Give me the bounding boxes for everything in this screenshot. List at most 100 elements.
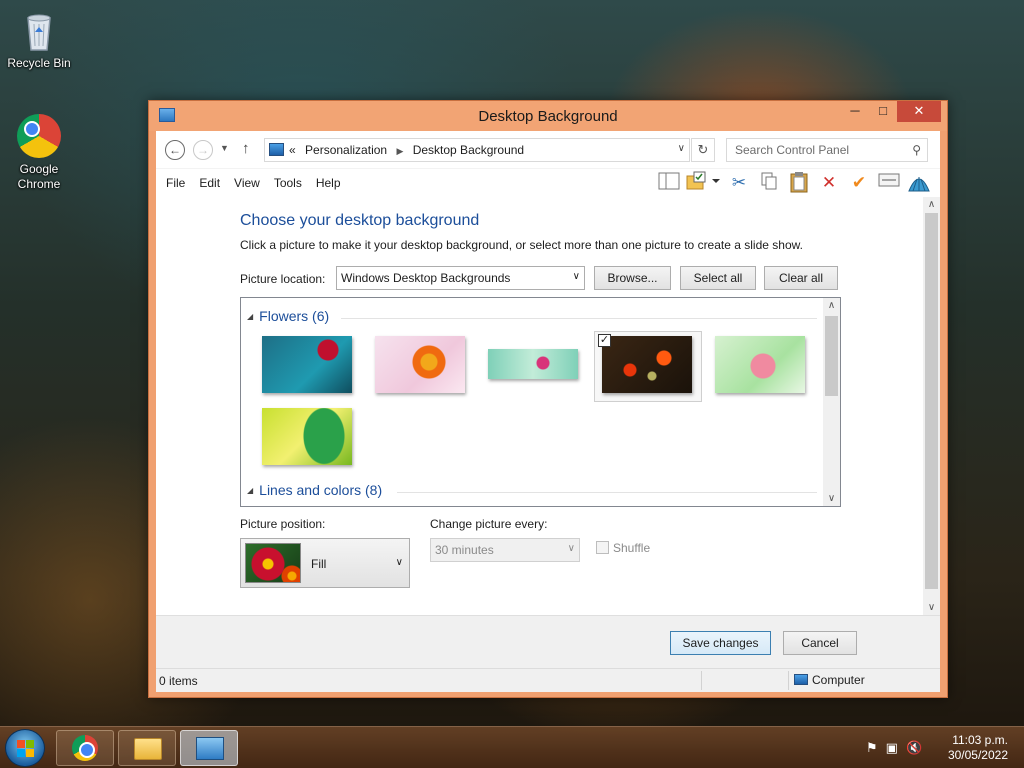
pane-icon[interactable] <box>654 171 684 195</box>
group-header-flowers[interactable]: ◢ Flowers (6) <box>247 308 329 324</box>
computer-icon <box>794 674 808 685</box>
chrome-icon <box>15 112 63 160</box>
scroll-down-icon[interactable]: ∨ <box>923 602 940 613</box>
scroll-up-icon[interactable]: ∧ <box>823 300 840 311</box>
picture-location-value: Windows Desktop Backgrounds <box>341 271 511 285</box>
change-picture-select: 30 minutes ∨ <box>430 538 580 562</box>
forward-arrow-icon[interactable]: → <box>193 140 213 160</box>
picture-position-value: Fill <box>311 557 327 571</box>
scroll-up-icon[interactable]: ∧ <box>923 199 940 210</box>
picture-location-label: Picture location: <box>240 272 326 286</box>
taskbar-control-panel[interactable] <box>180 730 238 766</box>
breadcrumb-separator-icon[interactable]: ▶ <box>396 146 403 156</box>
change-picture-label: Change picture every: <box>430 517 548 531</box>
breadcrumb-item-desktop-background[interactable]: Desktop Background <box>413 143 524 157</box>
copy-icon[interactable] <box>754 171 784 195</box>
picture-location-select[interactable]: Windows Desktop Backgrounds ∨ <box>336 266 585 290</box>
collapse-triangle-icon[interactable]: ◢ <box>247 312 253 321</box>
collapse-triangle-icon[interactable]: ◢ <box>247 486 253 495</box>
navigation-bar: ← → ▼ ↑ « Personalization ▶ Desktop Back… <box>156 131 940 169</box>
breadcrumb-overflow[interactable]: « <box>289 143 296 157</box>
gallery-scrollbar[interactable]: ∧ ∨ <box>823 298 840 506</box>
recycle-bin-icon <box>15 6 63 54</box>
taskbar-chrome[interactable] <box>56 730 114 766</box>
wallpaper-thumbnail[interactable] <box>375 336 465 393</box>
shuffle-checkbox: Shuffle <box>596 541 650 555</box>
window-title: Desktop Background <box>478 108 618 125</box>
control-panel-icon <box>196 737 224 760</box>
chevron-down-icon: ∨ <box>395 557 403 568</box>
page-title: Choose your desktop background <box>240 212 480 229</box>
cut-icon[interactable]: ✂ <box>724 171 754 195</box>
delete-icon[interactable]: ✕ <box>814 171 844 195</box>
desktop-background-window: Desktop Background ─ □ ✕ ← → ▼ ↑ « Perso… <box>148 100 948 698</box>
network-icon[interactable]: ▣ <box>886 740 906 755</box>
save-changes-button[interactable]: Save changes <box>670 631 771 655</box>
menu-tools[interactable]: Tools <box>268 176 308 190</box>
scrollbar-thumb[interactable] <box>825 316 838 396</box>
chevron-down-icon: ∨ <box>572 271 580 282</box>
desktop-icon-label: Google Chrome <box>17 162 61 191</box>
menu-view[interactable]: View <box>228 176 266 190</box>
chevron-down-icon: ∨ <box>567 543 575 554</box>
shell-icon[interactable] <box>904 171 934 195</box>
checkbox-checked-icon[interactable]: ✓ <box>598 334 611 347</box>
breadcrumb: « Personalization ▶ Desktop Background <box>289 143 524 157</box>
desktop-icon-google-chrome[interactable]: Google Chrome <box>1 112 77 192</box>
menu-help[interactable]: Help <box>310 176 347 190</box>
menu-file[interactable]: File <box>160 176 191 190</box>
file-explorer-icon <box>134 738 162 760</box>
picture-position-label: Picture position: <box>240 517 326 531</box>
refresh-icon[interactable]: ↻ <box>691 138 715 162</box>
status-location: Computer <box>794 673 865 687</box>
select-all-button[interactable]: Select all <box>680 266 756 290</box>
wallpaper-thumbnail[interactable] <box>262 408 352 465</box>
instructions-text: Click a picture to make it your desktop … <box>240 238 803 252</box>
search-icon[interactable]: ⚲ <box>912 143 921 157</box>
cancel-button[interactable]: Cancel <box>783 631 857 655</box>
scrollbar-thumb[interactable] <box>925 213 938 589</box>
group-header-lines-and-colors[interactable]: ◢ Lines and colors (8) <box>247 482 382 498</box>
back-arrow-icon[interactable]: ← <box>165 140 185 160</box>
title-bar[interactable]: Desktop Background ─ □ ✕ <box>149 101 947 131</box>
breadcrumb-item-personalization[interactable]: Personalization <box>305 143 387 157</box>
taskbar-file-explorer[interactable] <box>118 730 176 766</box>
search-input[interactable] <box>727 139 897 161</box>
address-bar[interactable]: « Personalization ▶ Desktop Background ∨ <box>264 138 690 162</box>
start-button[interactable] <box>5 729 45 767</box>
action-center-flag-icon[interactable]: ⚑ <box>866 740 886 755</box>
change-picture-value: 30 minutes <box>435 543 494 557</box>
dialog-footer: Save changes Cancel <box>156 615 940 668</box>
group-divider <box>397 492 817 493</box>
folder-properties-icon[interactable] <box>684 171 724 195</box>
wallpaper-thumbnail[interactable] <box>262 336 352 393</box>
wallpaper-thumbnail[interactable] <box>488 349 578 379</box>
address-dropdown-chevron-icon[interactable]: ∨ <box>678 143 685 154</box>
clear-all-button[interactable]: Clear all <box>764 266 838 290</box>
menu-edit[interactable]: Edit <box>193 176 226 190</box>
desktop-icon-recycle-bin[interactable]: Recycle Bin <box>1 6 77 71</box>
paste-icon[interactable] <box>784 171 814 195</box>
system-tray: ⚑▣🔇 <box>866 740 930 756</box>
recent-locations-chevron-icon[interactable]: ▼ <box>220 143 229 153</box>
minimize-button[interactable]: ─ <box>841 101 869 122</box>
browse-button[interactable]: Browse... <box>594 266 671 290</box>
content-scrollbar[interactable]: ∧ ∨ <box>923 197 940 615</box>
picture-gallery[interactable]: ◢Flowers (6) ✓ ◢Lines and colors (8) ∧ <box>240 297 841 507</box>
maximize-button[interactable]: □ <box>869 101 897 122</box>
close-button[interactable]: ✕ <box>897 101 941 122</box>
wallpaper-thumbnail-selected[interactable] <box>602 336 692 393</box>
checkmark-icon[interactable]: ✔ <box>844 171 874 195</box>
toolbar: ✂ ✕ ✔ <box>654 171 934 195</box>
control-panel-icon <box>269 143 284 156</box>
volume-muted-icon[interactable]: 🔇 <box>906 740 930 755</box>
group-divider <box>341 318 817 319</box>
windows-logo-icon <box>17 740 34 757</box>
picture-position-select[interactable]: Fill ∨ <box>240 538 410 588</box>
wallpaper-thumbnail[interactable] <box>715 336 805 393</box>
search-box[interactable]: ⚲ <box>726 138 928 162</box>
up-arrow-icon[interactable]: ↑ <box>242 140 250 157</box>
scroll-down-icon[interactable]: ∨ <box>823 493 840 504</box>
card-icon[interactable] <box>874 171 904 195</box>
clock[interactable]: 11:03 p.m. 30/05/2022 <box>948 733 1008 763</box>
